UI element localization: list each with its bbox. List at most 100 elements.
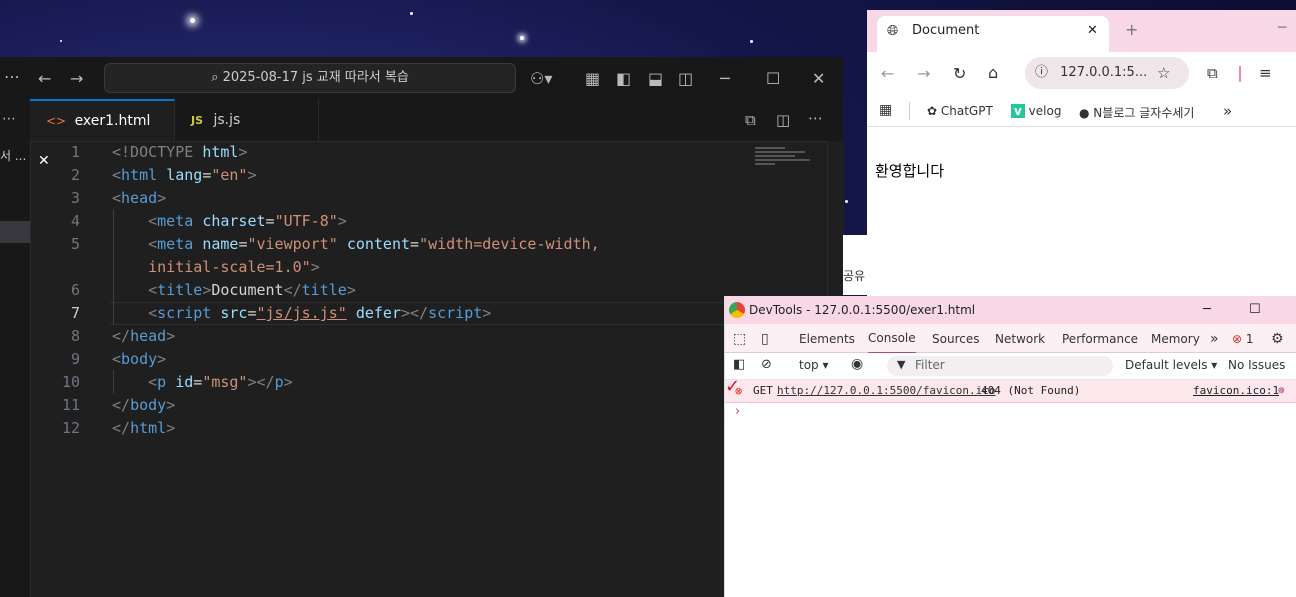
- error-source-link[interactable]: favicon.ico:1: [1193, 380, 1279, 402]
- console-error-row: ⊗ ✓ GET http://127.0.0.1:5500/favicon.ic…: [725, 376, 1296, 403]
- maximize-icon[interactable]: ☐: [1249, 296, 1261, 324]
- clear-console-icon[interactable]: ⊘: [761, 357, 772, 372]
- apps-grid-icon[interactable]: ▦: [879, 102, 892, 118]
- code-line-12: </html>: [112, 419, 176, 437]
- attr-name: name: [202, 235, 239, 253]
- tab-exer1-html[interactable]: <> exer1.html ✕: [30, 99, 175, 169]
- attr-name: lang: [166, 166, 203, 184]
- error-counter[interactable]: ⊗ 1: [1232, 324, 1254, 354]
- chatgpt-icon: ✿: [927, 104, 941, 118]
- back-icon[interactable]: ←: [881, 64, 894, 83]
- error-url[interactable]: http://127.0.0.1:5500/favicon.ico: [777, 380, 996, 402]
- inspect-element-icon[interactable]: ⬚: [733, 324, 746, 354]
- html-token: html: [202, 143, 239, 161]
- toggle-panel-icon[interactable]: ⬓: [648, 69, 663, 88]
- tag-name: title: [301, 281, 347, 299]
- open-preview-icon[interactable]: ⧉: [745, 111, 756, 129]
- issues-counter[interactable]: No Issues: [1228, 358, 1285, 372]
- tab-sources[interactable]: Sources: [932, 324, 979, 354]
- bookmark-star-icon[interactable]: ☆: [1157, 57, 1170, 89]
- code-editor[interactable]: 1 2 3 4 5 6 7 8 9 10 11 12 <!DOCTYPE htm…: [30, 141, 844, 597]
- tag-name: p: [157, 373, 167, 391]
- extensions-icon[interactable]: ⧉: [1207, 64, 1218, 82]
- explorer-collapsed: 서 ...: [0, 141, 31, 597]
- bookmark-naver[interactable]: ● N블로그 글자수세기: [1079, 104, 1194, 121]
- log-levels-dropdown[interactable]: Default levels ▾: [1125, 358, 1217, 372]
- star: [520, 36, 524, 40]
- more-bookmarks-icon[interactable]: »: [1223, 102, 1232, 120]
- line-number: 4: [70, 212, 80, 230]
- minimize-icon[interactable]: ─: [720, 69, 730, 88]
- code-line-5: <meta name="viewport" content="width=dev…: [148, 235, 600, 253]
- back-arrow-icon[interactable]: ←: [38, 69, 51, 88]
- devtools-titlebar: DevTools - 127.0.0.1:5500/exer1.html ─ ☐: [725, 296, 1296, 324]
- minimize-icon[interactable]: ─: [1278, 20, 1286, 36]
- more-icon[interactable]: ⋯: [2, 111, 16, 127]
- attr-name: defer: [355, 304, 401, 322]
- minimap[interactable]: [755, 145, 815, 175]
- media-control-icon[interactable]: ≡: [1259, 64, 1272, 82]
- info-icon[interactable]: ⓘ: [1035, 65, 1048, 80]
- toggle-secondary-sidebar-icon[interactable]: ◫: [678, 69, 693, 88]
- attr-name: id: [175, 373, 194, 391]
- copilot-icon[interactable]: ⚇▾: [530, 69, 552, 88]
- search-icon: ⌕: [211, 70, 223, 85]
- minimize-icon[interactable]: ─: [1203, 296, 1211, 324]
- devtools-title: DevTools - 127.0.0.1:5500/exer1.html: [749, 303, 976, 317]
- home-icon[interactable]: ⌂: [988, 63, 998, 82]
- bookmark-chatgpt[interactable]: ✿ ChatGPT: [927, 104, 993, 118]
- device-toolbar-icon[interactable]: ▯: [761, 324, 769, 354]
- code-line-11: </body>: [112, 396, 176, 414]
- close-tab-icon[interactable]: ✕: [1087, 16, 1098, 46]
- browser-tab-document[interactable]: 🌐︎ Document ✕: [877, 16, 1109, 52]
- address-bar[interactable]: ⓘ 127.0.0.1:5... ☆: [1025, 57, 1189, 89]
- sidebar-toggle-icon[interactable]: ◧: [733, 357, 745, 372]
- star: [60, 40, 62, 42]
- more-icon[interactable]: ⋯: [4, 67, 20, 86]
- attr-value: initial-scale=1.0": [148, 258, 311, 276]
- eye-icon[interactable]: ◉: [851, 356, 863, 372]
- tab-performance[interactable]: Performance: [1062, 324, 1138, 354]
- star: [410, 12, 413, 15]
- check-mark-annotation: ✓: [725, 376, 741, 397]
- forward-arrow-icon[interactable]: →: [70, 69, 83, 88]
- explorer-text: 서 ...: [0, 149, 27, 163]
- tab-elements[interactable]: Elements: [799, 324, 855, 354]
- bookmark-label: N블로그 글자수세기: [1093, 106, 1195, 120]
- tab-console[interactable]: Console: [868, 324, 916, 354]
- layout-icon[interactable]: ▦: [585, 69, 600, 88]
- toggle-sidebar-icon[interactable]: ◧: [616, 69, 631, 88]
- reload-icon[interactable]: ↻: [953, 64, 966, 83]
- browser-tabbar: 🌐︎ Document ✕ + ─: [867, 10, 1296, 52]
- text-node: Document: [211, 281, 284, 299]
- attr-value: "width=device-width,: [419, 235, 600, 253]
- context-selector[interactable]: top ▾: [799, 358, 829, 372]
- explorer-selected-item[interactable]: [0, 221, 30, 243]
- new-tab-icon[interactable]: +: [1125, 20, 1138, 39]
- tab-title: Document: [912, 23, 980, 38]
- more-tabs-icon[interactable]: »: [1210, 324, 1219, 354]
- tag-name: head: [121, 189, 158, 207]
- split-editor-icon[interactable]: ◫: [776, 111, 790, 129]
- tab-memory[interactable]: Memory: [1151, 324, 1200, 354]
- vscode-titlebar: ⋯ ← → ⌕ 2025-08-17 js 교재 따라서 복습 ⚇▾ ▦ ◧ ⬓…: [0, 57, 843, 100]
- tag-name: script: [428, 304, 483, 322]
- tab-js-js[interactable]: JS js.js: [175, 99, 319, 141]
- filter-input[interactable]: ▼ Filter: [887, 356, 1113, 376]
- settings-gear-icon[interactable]: ⚙: [1271, 324, 1284, 354]
- bookmark-velog[interactable]: v velog: [1011, 104, 1061, 118]
- command-center-search[interactable]: ⌕ 2025-08-17 js 교재 따라서 복습: [104, 63, 516, 93]
- close-icon[interactable]: ✕: [812, 69, 825, 88]
- code-line-6: <title>Document</title>: [148, 281, 356, 299]
- forward-icon[interactable]: →: [917, 64, 930, 83]
- attr-value: "UTF-8": [274, 212, 338, 230]
- ai-explain-icon[interactable]: ☸: [1278, 380, 1285, 402]
- velog-icon: v: [1011, 104, 1025, 118]
- tab-network[interactable]: Network: [995, 324, 1045, 354]
- divider: [909, 102, 910, 120]
- more-actions-icon[interactable]: ⋯: [808, 109, 823, 127]
- error-icon: ⊗: [1232, 332, 1243, 346]
- maximize-icon[interactable]: ☐: [766, 69, 780, 88]
- attr-value[interactable]: "js/js.js": [257, 304, 347, 322]
- console-prompt-icon[interactable]: ›: [735, 404, 740, 419]
